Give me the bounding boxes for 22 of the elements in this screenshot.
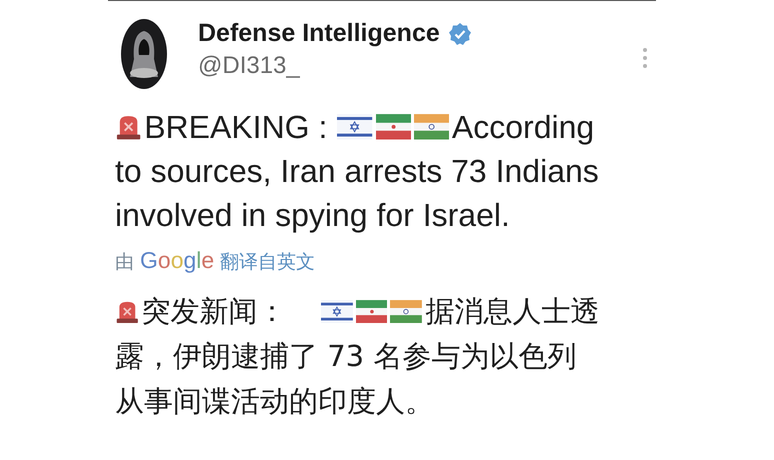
flag-icon bbox=[337, 114, 373, 140]
siren-icon bbox=[115, 300, 140, 324]
translated-from-link[interactable]: 翻译自英文 bbox=[220, 249, 316, 275]
translated-post-text: 露，伊朗逮捕了 73 名参与为以色列 bbox=[115, 338, 576, 374]
flag-icon bbox=[356, 300, 388, 324]
post-text: BREAKING : bbox=[144, 108, 328, 146]
post-text: to sources, Iran arrests 73 Indians bbox=[115, 152, 599, 190]
flag-icon bbox=[320, 300, 353, 324]
translated-post-text: 从事间谍活动的印度人。 bbox=[115, 382, 434, 420]
translated-post-text: 据消息人士透 bbox=[425, 292, 600, 330]
flag-icon bbox=[390, 300, 422, 324]
avatar-icon[interactable] bbox=[121, 19, 167, 89]
post-text: According bbox=[452, 108, 594, 146]
flag-icon bbox=[376, 114, 411, 140]
author-handle[interactable]: @DI313_ bbox=[198, 52, 642, 80]
translation-label: 由 bbox=[115, 250, 134, 275]
post-text: involved in spying for Israel. bbox=[115, 196, 510, 234]
google-logo: Google bbox=[140, 247, 214, 274]
flag-icon bbox=[414, 114, 449, 140]
author-name[interactable]: Defense Intelligence bbox=[198, 19, 440, 48]
translated-post-text: 突发新闻： bbox=[142, 292, 287, 330]
siren-icon bbox=[115, 114, 142, 140]
